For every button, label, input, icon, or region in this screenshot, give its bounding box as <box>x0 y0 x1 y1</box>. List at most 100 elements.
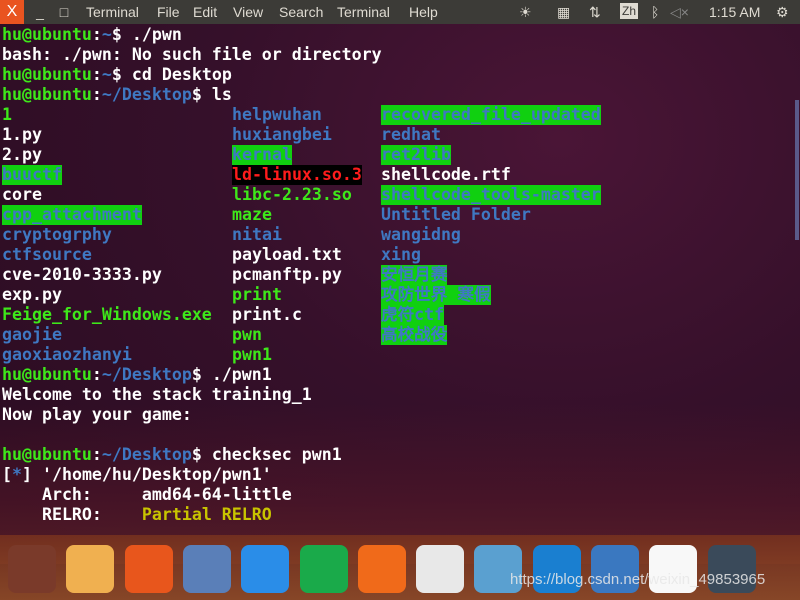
clock[interactable]: 1:15 AM <box>709 4 760 20</box>
ls-entry: buuctf <box>2 165 212 185</box>
volume-muted-icon[interactable]: ◁× <box>670 4 689 21</box>
bluetooth-icon[interactable]: ᛒ <box>651 4 659 20</box>
ls-entry-name: 1 <box>2 105 12 124</box>
ls-entry: ctfsource <box>2 245 212 265</box>
dock-wps-spreadsheets-icon[interactable] <box>299 545 348 593</box>
ls-column: recovered_file_updated redhat ret2lib shell… <box>381 105 601 345</box>
dock-ubuntu-software-icon[interactable] <box>416 545 465 593</box>
menu-terminal-app[interactable]: Terminal <box>86 4 139 20</box>
ls-entry: shellcode.rtf <box>381 165 601 185</box>
dock <box>0 535 800 600</box>
dock-firefox-icon[interactable] <box>124 545 173 593</box>
ls-entry-name: cryptogrphy <box>2 225 112 244</box>
terminal-line: [*] '/home/hu/Desktop/pwn1' <box>2 465 272 485</box>
ls-entry-name: cve-2010-3333.py <box>2 265 162 284</box>
ls-entry-name: pwn <box>232 325 262 344</box>
ls-entry-name: 1.py <box>2 125 42 144</box>
ls-entry-name: Untitled Folder <box>381 205 531 224</box>
prompt-cwd: ~/Desktop <box>101 445 192 464</box>
ls-entry-name: 安恒月赛 <box>381 265 448 285</box>
ls-entry: kernal <box>232 145 362 165</box>
prompt-separator: : <box>91 65 102 84</box>
ls-entry: Feige_for_Windows.exe <box>2 305 212 325</box>
ls-entry-name: pwn1 <box>232 345 272 364</box>
terminal-line: Now play your game: <box>2 405 192 425</box>
command-text: $ cd Desktop <box>111 65 232 84</box>
prompt-separator: : <box>91 85 102 104</box>
ls-entry-name: libc-2.23.so <box>232 185 352 204</box>
menu-terminal[interactable]: Terminal <box>337 4 390 20</box>
ls-entry: pwn1 <box>232 345 362 365</box>
menu-file[interactable]: File <box>157 4 180 20</box>
dock-files-icon[interactable] <box>66 545 115 593</box>
dock-chromium-icon[interactable] <box>182 545 231 593</box>
ls-entry-name: wangidng <box>381 225 461 244</box>
terminal-line: Welcome to the stack training_1 <box>2 385 312 405</box>
input-method-indicator[interactable]: Zh <box>620 3 639 19</box>
ls-entry-name: redhat <box>381 125 441 144</box>
calendar-icon[interactable]: ▦ <box>557 4 570 21</box>
dock-wps-presentation-icon[interactable] <box>357 545 406 593</box>
terminal-scrollbar[interactable] <box>795 100 799 240</box>
ls-entry-name: Feige_for_Windows.exe <box>2 305 212 324</box>
ls-entry: nitai <box>232 225 362 245</box>
ls-entry-name: payload.txt <box>232 245 342 264</box>
ls-entry-name: 虎符ctf <box>381 305 445 325</box>
ls-entry-name: 高校战役 <box>381 325 448 345</box>
prompt-user: hu@ubuntu <box>2 445 92 464</box>
ls-entry: huxiangbei <box>232 125 362 145</box>
prompt-separator: : <box>91 365 102 384</box>
menu-search[interactable]: Search <box>279 4 323 20</box>
terminal-line: hu@ubuntu:~/Desktop$ ./pwn1 <box>2 365 272 385</box>
ls-entry-name: pcmanftp.py <box>232 265 342 284</box>
output-text: Arch: amd64-64-little <box>2 485 292 504</box>
ls-entry: core <box>2 185 212 205</box>
ls-entry: Untitled Folder <box>381 205 601 225</box>
output-text: Welcome to the stack training_1 <box>2 385 312 404</box>
terminal-line: hu@ubuntu:~$ cd Desktop <box>2 65 232 85</box>
prompt-cwd: ~ <box>101 25 112 44</box>
ls-entry: cryptogrphy <box>2 225 212 245</box>
ls-entry-name: buuctf <box>2 165 62 185</box>
close-button[interactable]: X <box>0 0 24 24</box>
ls-entry: ret2lib <box>381 145 601 165</box>
terminal-line: RELRO: Partial RELRO <box>2 505 272 525</box>
menu-view[interactable]: View <box>233 4 263 20</box>
maximize-button[interactable]: □ <box>52 0 76 24</box>
ls-entry: 安恒月赛 <box>381 265 601 285</box>
prompt-user: hu@ubuntu <box>2 85 92 104</box>
ls-entry: 攻防世界 寒假 <box>381 285 601 305</box>
ls-entry: xing <box>381 245 601 265</box>
ls-entry: libc-2.23.so <box>232 185 362 205</box>
field-label: RELRO: <box>2 505 142 524</box>
menu-edit[interactable]: Edit <box>193 4 217 20</box>
weather-icon[interactable]: ☀ <box>519 4 532 21</box>
prompt-cwd: ~/Desktop <box>101 365 192 384</box>
ls-entry: 1.py <box>2 125 212 145</box>
ls-entry-name: core <box>2 185 42 204</box>
ls-entry-name: nitai <box>232 225 282 244</box>
prompt-cwd: ~ <box>101 65 112 84</box>
ls-entry-name: huxiangbei <box>232 125 332 144</box>
ls-entry-name: 攻防世界 寒假 <box>381 285 491 305</box>
field-value: Partial RELRO <box>141 505 272 524</box>
power-gear-icon[interactable]: ⚙ <box>776 4 789 21</box>
ls-column: 1 1.py 2.py buuctf core cpp_attachment cryptog… <box>2 105 212 365</box>
ls-entry-name: exp.py <box>2 285 62 304</box>
menu-help[interactable]: Help <box>409 4 438 20</box>
ls-entry-name: print <box>232 285 282 304</box>
output-text: bash: ./pwn: No such file or directory <box>2 45 382 64</box>
dock-ubuntu-dash-icon[interactable] <box>8 545 56 593</box>
star-marker: * <box>12 465 22 484</box>
dock-wps-writer-icon[interactable] <box>241 545 290 593</box>
ls-column: helpwuhan huxiangbei kernal ld-linux.so.3 li… <box>232 105 362 365</box>
ls-entry: print.c <box>232 305 362 325</box>
terminal-output[interactable]: hu@ubuntu:~$ ./pwn bash: ./pwn: No such f… <box>0 25 796 535</box>
minimize-button[interactable]: _ <box>28 0 52 24</box>
network-icon[interactable]: ⇅ <box>589 4 601 21</box>
ls-entry-name: ctfsource <box>2 245 92 264</box>
ls-entry-name: 2.py <box>2 145 42 164</box>
ls-entry: shellcode_tools-master <box>381 185 601 205</box>
ls-entry: helpwuhan <box>232 105 362 125</box>
bracket: [ <box>2 465 12 484</box>
